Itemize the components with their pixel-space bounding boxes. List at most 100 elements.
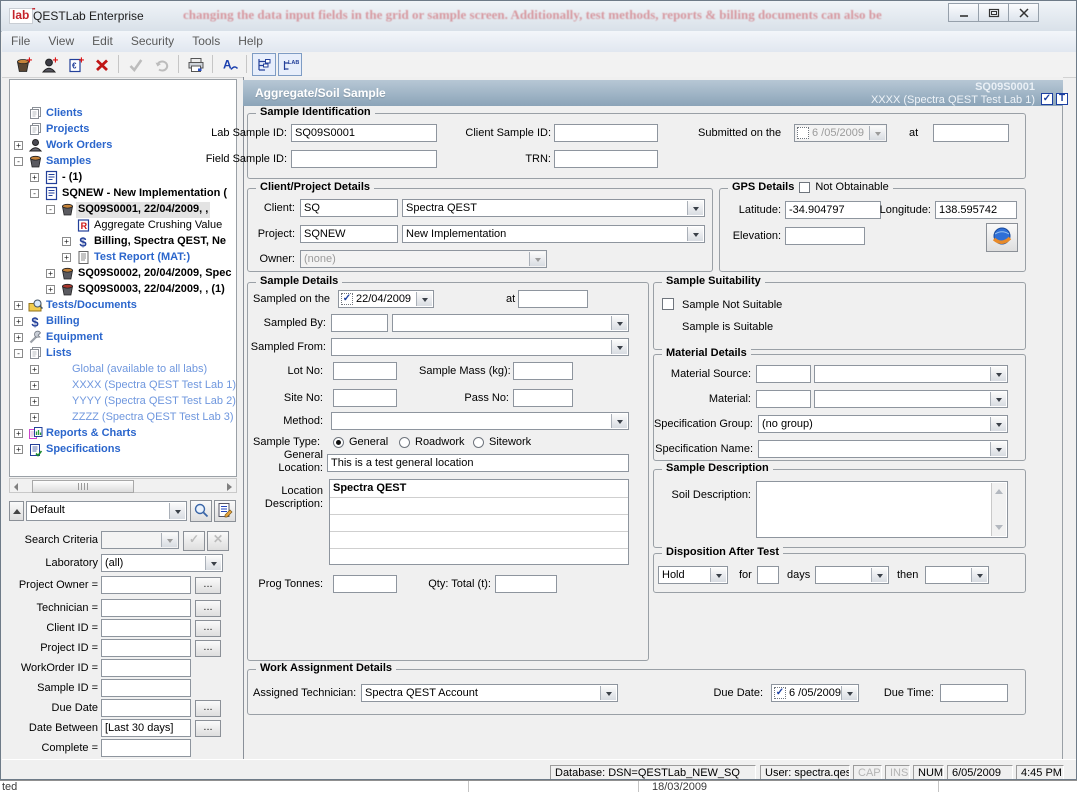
location-description-box[interactable]: Spectra QEST bbox=[329, 479, 629, 565]
scroll-left-arrow[interactable] bbox=[14, 483, 18, 491]
tree-expander-collapsed[interactable]: + bbox=[30, 397, 39, 406]
tree-item[interactable]: - (1) bbox=[60, 170, 84, 186]
search-input[interactable] bbox=[101, 599, 191, 617]
close-button[interactable] bbox=[1008, 3, 1039, 22]
tree-expander-collapsed[interactable]: + bbox=[46, 285, 55, 294]
new-work-order-button[interactable]: + bbox=[38, 53, 62, 76]
sample-not-suitable-checkbox[interactable] bbox=[662, 298, 674, 310]
sampled-by-combo[interactable] bbox=[392, 314, 629, 332]
tree-horizontal-scrollbar[interactable] bbox=[9, 478, 237, 493]
location-description-line-1[interactable]: Spectra QEST bbox=[330, 480, 628, 497]
tree-expander-expanded[interactable]: - bbox=[30, 189, 39, 198]
sampled-by-code-input[interactable] bbox=[331, 314, 388, 332]
project-code-input[interactable]: SQNEW bbox=[300, 225, 398, 243]
undo-button[interactable] bbox=[150, 53, 174, 76]
tree-item[interactable]: Test Report (MAT:) bbox=[92, 250, 192, 266]
disposition-then2-combo[interactable] bbox=[925, 566, 989, 584]
method-combo[interactable] bbox=[331, 412, 629, 430]
tree-item[interactable]: SQ09S0002, 20/04/2009, Spec bbox=[76, 266, 234, 282]
location-description-line-3[interactable] bbox=[330, 514, 628, 532]
edit-search-button[interactable] bbox=[214, 500, 236, 522]
latitude-input[interactable]: -34.904797 bbox=[785, 201, 881, 219]
search-combo[interactable]: (all) bbox=[101, 554, 223, 572]
map-globe-button[interactable] bbox=[986, 223, 1018, 252]
tree-item[interactable]: SQNEW - New Implementation ( bbox=[60, 186, 229, 202]
confirm-button[interactable] bbox=[124, 53, 148, 76]
lot-no-input[interactable] bbox=[333, 362, 397, 380]
client-code-input[interactable]: SQ bbox=[300, 199, 398, 217]
due-time-input[interactable] bbox=[940, 684, 1008, 702]
header-t-button[interactable]: T bbox=[1056, 93, 1068, 105]
clear-criteria-button[interactable]: ✕ bbox=[207, 531, 229, 551]
tree-view-toggle[interactable] bbox=[252, 53, 276, 76]
material-source-code-input[interactable] bbox=[756, 365, 811, 383]
tree-expander-collapsed[interactable]: + bbox=[30, 173, 39, 182]
tree-expander-collapsed[interactable]: + bbox=[30, 365, 39, 374]
tree-item[interactable]: Tests/Documents bbox=[44, 298, 139, 314]
menu-file[interactable]: File bbox=[2, 31, 39, 51]
menu-security[interactable]: Security bbox=[122, 31, 183, 51]
tree-item[interactable]: Reports & Charts bbox=[44, 426, 138, 442]
apply-criteria-button[interactable]: ✓ bbox=[183, 531, 205, 551]
maximize-button[interactable] bbox=[978, 3, 1009, 22]
project-name-combo[interactable]: New Implementation bbox=[402, 225, 705, 243]
sampled-from-combo[interactable] bbox=[331, 338, 629, 356]
search-input[interactable] bbox=[101, 659, 191, 677]
assigned-technician-combo[interactable]: Spectra QEST Account bbox=[361, 684, 618, 702]
client-sample-id-input[interactable] bbox=[554, 124, 658, 142]
qty-total-input[interactable] bbox=[495, 575, 557, 593]
search-input[interactable] bbox=[101, 639, 191, 657]
tree-item[interactable]: Equipment bbox=[44, 330, 105, 346]
gps-not-obtainable-checkbox[interactable] bbox=[799, 182, 810, 193]
disposition-action-combo[interactable]: Hold bbox=[658, 566, 728, 584]
soil-description-textarea[interactable] bbox=[756, 481, 1008, 538]
material-code-input[interactable] bbox=[756, 390, 811, 408]
tree-item[interactable]: Work Orders bbox=[44, 138, 114, 154]
prog-tonnes-input[interactable] bbox=[333, 575, 397, 593]
search-input[interactable] bbox=[101, 619, 191, 637]
client-name-combo[interactable]: Spectra QEST bbox=[402, 199, 705, 217]
submitted-time-input[interactable] bbox=[933, 124, 1009, 142]
field-sample-id-input[interactable] bbox=[291, 150, 437, 168]
disposition-days-input[interactable] bbox=[757, 566, 779, 584]
tree-item[interactable]: SQ09S0003, 22/04/2009, , (1) bbox=[76, 282, 227, 298]
search-input[interactable] bbox=[101, 739, 191, 757]
menu-view[interactable]: View bbox=[39, 31, 83, 51]
tree-item[interactable]: Projects bbox=[44, 122, 91, 138]
tree-item[interactable]: XXXX (Spectra QEST Test Lab 1) bbox=[70, 378, 237, 394]
more-options-button[interactable]: ... bbox=[195, 700, 221, 717]
menu-edit[interactable]: Edit bbox=[83, 31, 122, 51]
search-input[interactable] bbox=[101, 699, 191, 717]
elevation-input[interactable] bbox=[785, 227, 865, 245]
scrollbar-thumb[interactable] bbox=[32, 480, 134, 493]
search-input[interactable] bbox=[101, 576, 191, 594]
specification-group-combo[interactable]: (no group) bbox=[758, 415, 1008, 433]
new-test-button[interactable]: €+ bbox=[64, 53, 88, 76]
menu-tools[interactable]: Tools bbox=[183, 31, 229, 51]
specification-name-combo[interactable] bbox=[758, 440, 1008, 458]
run-search-button[interactable] bbox=[190, 500, 212, 522]
sample-type-sitework-radio[interactable] bbox=[473, 437, 484, 448]
more-options-button[interactable]: ... bbox=[195, 640, 221, 657]
scroll-right-arrow[interactable] bbox=[227, 483, 232, 491]
tree-expander-collapsed[interactable]: + bbox=[62, 237, 71, 246]
tree-expander-collapsed[interactable]: + bbox=[62, 253, 71, 262]
more-options-button[interactable]: ... bbox=[195, 577, 221, 594]
new-sample-button[interactable]: + bbox=[12, 53, 36, 76]
tree-expander-collapsed[interactable]: + bbox=[30, 413, 39, 422]
lab-sample-id-input[interactable]: SQ09S0001 bbox=[291, 124, 437, 142]
submitted-date-combo[interactable]: 6 /05/2009 bbox=[794, 124, 887, 142]
menu-help[interactable]: Help bbox=[229, 31, 272, 51]
tree-expander-collapsed[interactable]: + bbox=[14, 141, 23, 150]
tree-item[interactable]: ZZZZ (Spectra QEST Test Lab 3) bbox=[70, 410, 236, 426]
more-options-button[interactable]: ... bbox=[195, 720, 221, 737]
minimize-button[interactable] bbox=[948, 3, 979, 22]
tree-expander-collapsed[interactable]: + bbox=[14, 429, 23, 438]
tree-expander-collapsed[interactable]: + bbox=[14, 445, 23, 454]
tree-expander-collapsed[interactable]: + bbox=[46, 269, 55, 278]
more-options-button[interactable]: ... bbox=[195, 600, 221, 617]
tree-item[interactable]: Billing, Spectra QEST, Ne bbox=[92, 234, 228, 250]
material-combo[interactable] bbox=[814, 390, 1008, 408]
sampled-date-combo[interactable]: ✓ 22/04/2009 bbox=[338, 290, 434, 308]
sample-type-general-radio[interactable] bbox=[333, 437, 344, 448]
